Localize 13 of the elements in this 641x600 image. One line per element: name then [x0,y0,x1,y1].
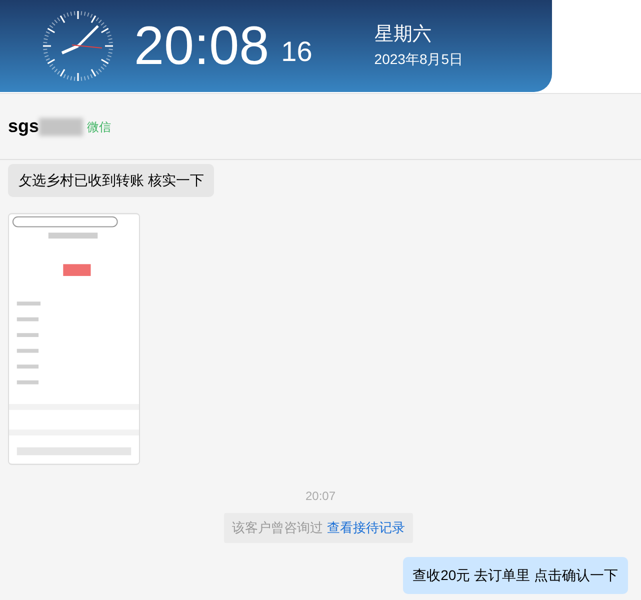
reception-record-link[interactable]: 查看接待记录 [327,518,405,538]
analog-clock-icon [42,10,114,82]
message-bubble: 攵选乡村已收到转账 核实一下 [8,164,214,197]
message-bubble: 查收20元 去订单里 点击确认一下 [402,556,628,594]
clock-seconds: 16 [281,38,312,66]
contact-name: sgs [8,115,40,138]
notice-text: 该客户曾咨询过 [232,519,323,537]
weekday: 星期六 [374,23,432,48]
clock-time: 20:08 [134,19,270,73]
message-time: 20:07 [305,488,336,505]
date: 2023年8月5日 [374,51,464,69]
contact-source: 微信 [87,118,112,136]
blurred-name [39,118,84,136]
